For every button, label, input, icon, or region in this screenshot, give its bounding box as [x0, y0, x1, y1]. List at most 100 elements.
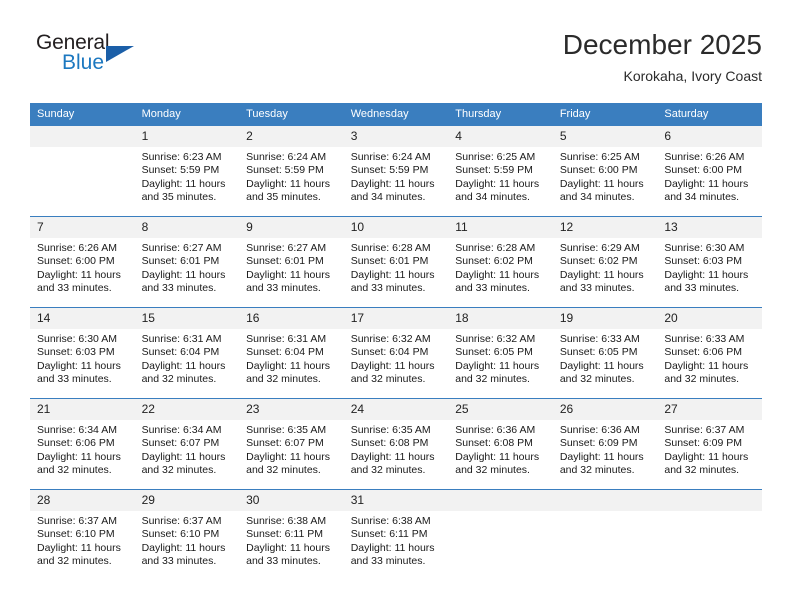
calendar-day-cell[interactable]: 5 Sunrise: 6:25 AM Sunset: 6:00 PM Daylight… — [552, 126, 658, 217]
day-number: 24 — [343, 399, 449, 420]
sunrise-text: Sunrise: 6:27 AM — [246, 242, 327, 254]
day-number: 29 — [134, 490, 240, 511]
daylight-text-line2: and 32 minutes. — [37, 555, 112, 568]
daylight-text-line2: and 32 minutes. — [455, 464, 530, 477]
day-number: 23 — [239, 399, 344, 420]
calendar-day-cell[interactable]: 9 Sunrise: 6:27 AM Sunset: 6:01 PM Daylight… — [239, 216, 344, 308]
weekday-header-thursday: Thursday — [448, 103, 553, 126]
daylight-text-line2: and 32 minutes. — [141, 373, 217, 386]
daylight-text-line1: Daylight: 11 hours — [246, 450, 330, 463]
calendar-day-cell-empty — [552, 489, 658, 580]
sunrise-text: Sunrise: 6:24 AM — [246, 151, 327, 163]
daylight-text-line2: and 32 minutes. — [664, 373, 740, 386]
calendar-day-cell[interactable]: 18 Sunrise: 6:32 AM Sunset: 6:05 PM Dayligh… — [448, 307, 553, 399]
calendar-day-cell[interactable]: 17 Sunrise: 6:32 AM Sunset: 6:04 PM Dayligh… — [343, 307, 449, 399]
calendar-day-cell[interactable]: 12 Sunrise: 6:29 AM Sunset: 6:02 PM Dayligh… — [552, 216, 658, 308]
calendar-day-cell[interactable]: 27 Sunrise: 6:37 AM Sunset: 6:09 PM Dayligh… — [657, 398, 762, 490]
calendar-day-cell[interactable]: 26 Sunrise: 6:36 AM Sunset: 6:09 PM Dayligh… — [552, 398, 658, 490]
daylight-text-line2: and 32 minutes. — [664, 464, 740, 477]
daylight-text-line1: Daylight: 11 hours — [246, 359, 330, 372]
calendar-day-cell[interactable]: 4 Sunrise: 6:25 AM Sunset: 5:59 PM Daylight… — [448, 126, 553, 217]
calendar-day-cell[interactable]: 21 Sunrise: 6:34 AM Sunset: 6:06 PM Dayligh… — [30, 398, 135, 490]
sunrise-text: Sunrise: 6:36 AM — [559, 424, 640, 436]
day-sun-info: Sunrise: 6:30 AM Sunset: 6:03 PM Daylight:… — [657, 238, 762, 296]
day-sun-info: Sunrise: 6:31 AM Sunset: 6:04 PM Daylight:… — [135, 329, 240, 387]
calendar-day-cell[interactable]: 30 Sunrise: 6:38 AM Sunset: 6:11 PM Dayligh… — [239, 489, 344, 580]
calendar-day-cell[interactable]: 31 Sunrise: 6:38 AM Sunset: 6:11 PM Dayligh… — [343, 489, 449, 580]
day-number: 5 — [552, 126, 658, 147]
daylight-text-line1: Daylight: 11 hours — [350, 177, 435, 190]
calendar-day-cell[interactable]: 7 Sunrise: 6:26 AM Sunset: 6:00 PM Daylight… — [30, 216, 135, 308]
calendar-day-cell[interactable]: 24 Sunrise: 6:35 AM Sunset: 6:08 PM Dayligh… — [343, 398, 449, 490]
daylight-text-line2: and 32 minutes. — [141, 464, 217, 477]
calendar-day-cell[interactable]: 1 Sunrise: 6:23 AM Sunset: 5:59 PM Daylight… — [134, 126, 240, 217]
daylight-text-line1: Daylight: 11 hours — [246, 177, 330, 190]
sunrise-text: Sunrise: 6:25 AM — [455, 151, 536, 163]
sunset-text: Sunset: 6:03 PM — [664, 255, 743, 268]
calendar-day-cell[interactable]: 3 Sunrise: 6:24 AM Sunset: 5:59 PM Daylight… — [343, 126, 449, 217]
calendar-day-cell[interactable]: 10 Sunrise: 6:28 AM Sunset: 6:01 PM Dayligh… — [343, 216, 449, 308]
day-sun-info: Sunrise: 6:33 AM Sunset: 6:05 PM Daylight:… — [553, 329, 658, 387]
calendar-week-row: 1 Sunrise: 6:23 AM Sunset: 5:59 PM Daylight… — [30, 126, 762, 217]
brand-logo[interactable]: General Blue — [36, 32, 176, 86]
day-sun-info: Sunrise: 6:35 AM Sunset: 6:07 PM Daylight:… — [239, 420, 344, 478]
calendar-day-cell[interactable]: 16 Sunrise: 6:31 AM Sunset: 6:04 PM Dayligh… — [239, 307, 344, 399]
page-subtitle: Korokaha, Ivory Coast — [623, 68, 762, 84]
sunset-text: Sunset: 6:01 PM — [141, 255, 220, 268]
calendar-day-cell[interactable]: 13 Sunrise: 6:30 AM Sunset: 6:03 PM Dayligh… — [657, 216, 762, 308]
calendar-day-cell-empty — [448, 489, 553, 580]
day-number: 7 — [30, 217, 135, 238]
calendar-day-cell[interactable]: 28 Sunrise: 6:37 AM Sunset: 6:10 PM Dayligh… — [30, 489, 135, 580]
day-number — [552, 490, 658, 511]
sunset-text: Sunset: 5:59 PM — [141, 164, 220, 177]
daylight-text-line2: and 34 minutes. — [664, 191, 740, 204]
day-sun-info: Sunrise: 6:28 AM Sunset: 6:02 PM Daylight:… — [448, 238, 553, 296]
calendar-day-cell[interactable]: 25 Sunrise: 6:36 AM Sunset: 6:08 PM Dayligh… — [448, 398, 553, 490]
sunset-text: Sunset: 5:59 PM — [350, 164, 429, 177]
sunset-text: Sunset: 6:07 PM — [141, 437, 220, 450]
calendar-table: Sunday Monday Tuesday Wednesday Thursday… — [30, 103, 762, 580]
day-sun-info: Sunrise: 6:24 AM Sunset: 5:59 PM Daylight:… — [239, 147, 344, 205]
calendar-day-cell[interactable]: 11 Sunrise: 6:28 AM Sunset: 6:02 PM Dayligh… — [448, 216, 553, 308]
daylight-text-line1: Daylight: 11 hours — [350, 450, 435, 463]
calendar-day-cell[interactable]: 23 Sunrise: 6:35 AM Sunset: 6:07 PM Dayligh… — [239, 398, 344, 490]
day-sun-info: Sunrise: 6:34 AM Sunset: 6:07 PM Daylight:… — [135, 420, 240, 478]
day-number: 20 — [657, 308, 762, 329]
calendar-day-cell[interactable]: 22 Sunrise: 6:34 AM Sunset: 6:07 PM Dayligh… — [134, 398, 240, 490]
sunrise-text: Sunrise: 6:27 AM — [141, 242, 222, 254]
calendar-day-cell[interactable]: 19 Sunrise: 6:33 AM Sunset: 6:05 PM Dayligh… — [552, 307, 658, 399]
calendar-day-cell[interactable]: 20 Sunrise: 6:33 AM Sunset: 6:06 PM Dayligh… — [657, 307, 762, 399]
sunrise-text: Sunrise: 6:26 AM — [37, 242, 117, 254]
day-number: 25 — [448, 399, 553, 420]
calendar-week-row: 28 Sunrise: 6:37 AM Sunset: 6:10 PM Dayligh… — [30, 489, 762, 580]
sunrise-text: Sunrise: 6:30 AM — [37, 333, 117, 345]
sunset-text: Sunset: 6:00 PM — [664, 164, 743, 177]
daylight-text-line2: and 32 minutes. — [350, 464, 426, 477]
sunrise-text: Sunrise: 6:35 AM — [246, 424, 327, 436]
day-sun-info: Sunrise: 6:26 AM Sunset: 6:00 PM Daylight:… — [30, 238, 135, 296]
day-sun-info: Sunrise: 6:23 AM Sunset: 5:59 PM Daylight:… — [135, 147, 240, 205]
day-number — [30, 126, 135, 147]
daylight-text-line1: Daylight: 11 hours — [37, 359, 121, 372]
weekday-header-tuesday: Tuesday — [239, 103, 344, 126]
calendar-day-cell[interactable]: 29 Sunrise: 6:37 AM Sunset: 6:10 PM Dayligh… — [134, 489, 240, 580]
day-number: 14 — [30, 308, 135, 329]
calendar-day-cell[interactable]: 8 Sunrise: 6:27 AM Sunset: 6:01 PM Daylight… — [134, 216, 240, 308]
day-number: 2 — [239, 126, 344, 147]
sunrise-text: Sunrise: 6:31 AM — [246, 333, 327, 345]
calendar-day-cell[interactable]: 14 Sunrise: 6:30 AM Sunset: 6:03 PM Dayligh… — [30, 307, 135, 399]
calendar-day-cell[interactable]: 15 Sunrise: 6:31 AM Sunset: 6:04 PM Dayligh… — [134, 307, 240, 399]
sunset-text: Sunset: 6:08 PM — [350, 437, 429, 450]
day-number — [657, 490, 762, 511]
calendar-day-cell[interactable]: 2 Sunrise: 6:24 AM Sunset: 5:59 PM Daylight… — [239, 126, 344, 217]
daylight-text-line1: Daylight: 11 hours — [559, 177, 644, 190]
day-number: 11 — [448, 217, 553, 238]
sunrise-text: Sunrise: 6:34 AM — [141, 424, 222, 436]
daylight-text-line2: and 33 minutes. — [37, 282, 112, 295]
weekday-header-friday: Friday — [552, 103, 658, 126]
sunrise-text: Sunrise: 6:28 AM — [350, 242, 431, 254]
calendar-day-cell[interactable]: 6 Sunrise: 6:26 AM Sunset: 6:00 PM Daylight… — [657, 126, 762, 217]
day-sun-info: Sunrise: 6:27 AM Sunset: 6:01 PM Daylight:… — [239, 238, 344, 296]
daylight-text-line1: Daylight: 11 hours — [455, 450, 540, 463]
day-sun-info: Sunrise: 6:30 AM Sunset: 6:03 PM Daylight:… — [30, 329, 135, 387]
